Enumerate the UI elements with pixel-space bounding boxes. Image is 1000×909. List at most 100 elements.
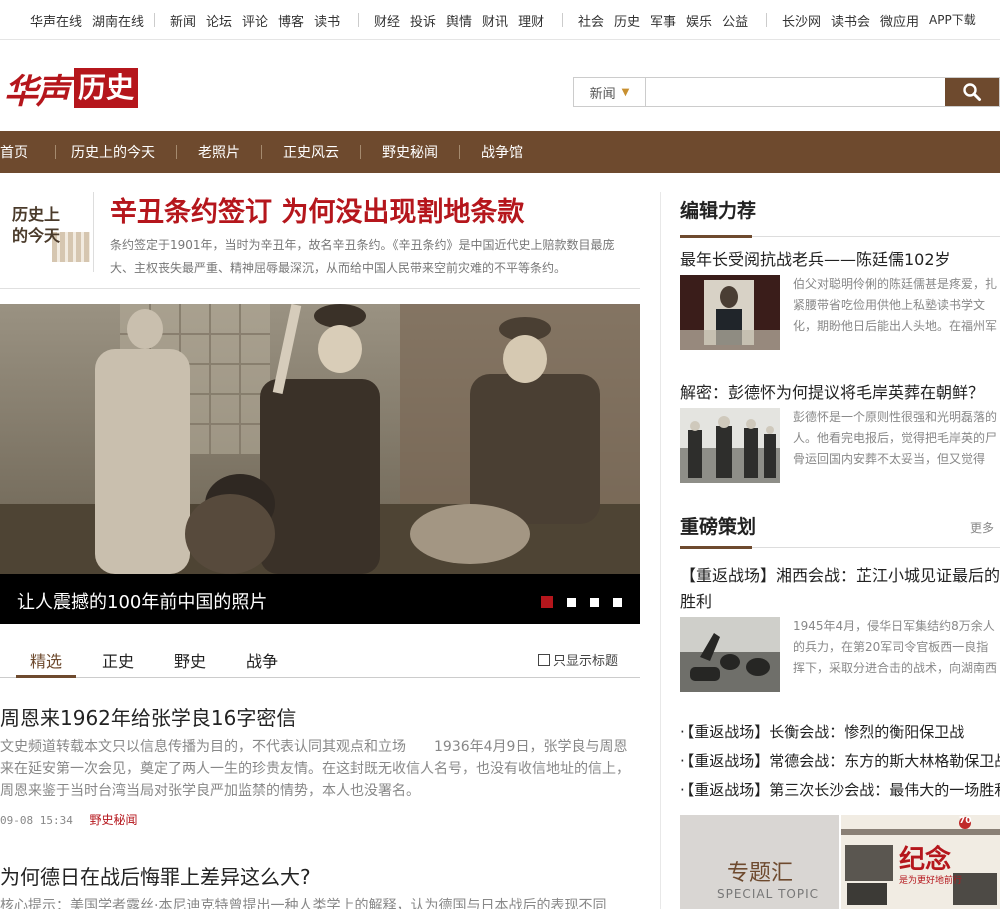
main-nav-item-unofficial[interactable]: 野史秘闻 (382, 142, 438, 162)
top-nav-link[interactable]: 湖南在线 (92, 11, 144, 30)
top-nav-link[interactable]: 微应用 (880, 11, 919, 30)
poster-title: 纪念 (899, 845, 952, 875)
today-badge-line2: 的今天 (12, 226, 61, 245)
top-nav-link[interactable]: 公益 (722, 11, 748, 30)
today-headline[interactable]: 辛丑条约签订 为何没出现割地条款 (110, 190, 524, 229)
historical-photo (680, 408, 780, 483)
top-nav-link[interactable]: 财讯 (482, 11, 508, 30)
tab-war[interactable]: 战争 (246, 648, 278, 672)
top-nav-link[interactable]: 理财 (518, 11, 544, 30)
divider (766, 13, 767, 27)
tab-featured[interactable]: 精选 (30, 648, 62, 672)
feature-thumbnail[interactable] (680, 617, 780, 692)
today-summary: 条约签定于1901年，当时为辛丑年，故名辛丑条约。《辛丑条约》是中国近代史上赔款… (110, 238, 615, 275)
slide-dot[interactable] (567, 597, 576, 607)
feature-lead-title-line: 胜利 (680, 592, 713, 611)
slide-dot[interactable] (613, 597, 622, 607)
tab-official[interactable]: 正史 (102, 648, 134, 672)
search-scope-select[interactable]: 新闻 ▼ (574, 78, 646, 106)
hero-photo (0, 304, 640, 574)
hero-caption[interactable]: 让人震撼的100年前中国的照片 (17, 588, 267, 614)
feature-link-text: 【重返战场】长衡会战：惨烈的衡阳保卫战 (686, 723, 965, 741)
divider (176, 145, 177, 159)
top-nav-group-sites: 华声在线 湖南在线 (30, 11, 154, 30)
divider (562, 13, 563, 27)
hero-caption-bar: 让人震撼的100年前中国的照片 (0, 574, 640, 624)
divider (93, 192, 94, 272)
main-nav-item-old-photos[interactable]: 老照片 (198, 142, 240, 162)
top-nav-link[interactable]: 读书 (314, 11, 340, 30)
feature-link[interactable]: · 【重返战场】长衡会战：惨烈的衡阳保卫战 (680, 721, 964, 742)
editor-pick-title[interactable]: 最年长受阅抗战老兵——陈廷儒102岁 (680, 246, 951, 270)
top-nav-link[interactable]: 读书会 (831, 11, 870, 30)
main-nav-item-today[interactable]: 历史上的今天 (71, 142, 155, 162)
main-nav-item-home[interactable]: 首页 (0, 142, 28, 162)
top-nav-link[interactable]: 博客 (278, 11, 304, 30)
today-in-history-badge[interactable]: 历史上 的今天 (4, 192, 92, 270)
main-nav-item-war[interactable]: 战争馆 (481, 142, 523, 162)
top-nav-link[interactable]: 娱乐 (686, 11, 712, 30)
top-nav-group-news: 新闻 论坛 评论 博客 读书 (170, 11, 350, 30)
top-nav-group-apps: 长沙网 读书会 微应用 APP下载 (782, 11, 986, 30)
top-nav-link[interactable]: 舆情 (446, 11, 472, 30)
active-tab-indicator (16, 675, 76, 678)
poster-subtitle: 是为更好地前行 (899, 876, 963, 886)
top-nav-link[interactable]: 新闻 (170, 11, 196, 30)
main-nav-item-official[interactable]: 正史风云 (283, 142, 339, 162)
divider (55, 145, 56, 159)
article-summary: 文史频道转载本文只以信息传播为目的，不代表认同其观点和立场 1936年4月9日，… (0, 739, 630, 799)
top-nav-group-society: 社会 历史 军事 娱乐 公益 (578, 11, 758, 30)
bullet: · (680, 723, 685, 741)
bullet: · (680, 781, 685, 799)
poster-badge: 70 (959, 816, 972, 826)
titles-only-toggle[interactable]: 只显示标题 (538, 650, 618, 669)
app-download-link[interactable]: APP下载 (929, 11, 976, 30)
top-nav-link[interactable]: 社会 (578, 11, 604, 30)
feature-link[interactable]: · 【重返战场】常德会战：东方的斯大林格勒保卫战 (680, 750, 1000, 771)
slide-indicators (541, 596, 622, 608)
article-category[interactable]: 野史秘闻 (89, 813, 137, 827)
checkbox[interactable] (538, 653, 550, 666)
today-badge-line1: 历史上 (12, 205, 61, 224)
divider (261, 145, 262, 159)
main-nav: 首页 历史上的今天 老照片 正史风云 野史秘闻 战争馆 (0, 131, 1000, 173)
bullet: · (680, 752, 685, 770)
article-title[interactable]: 为何德日在战后悔罪上差异这么大? (0, 861, 311, 890)
more-link[interactable]: 更多 (970, 519, 994, 536)
editor-pick-title[interactable]: 解密：彭德怀为何提议将毛岸英葬在朝鲜？ (680, 379, 984, 403)
editor-pick-thumbnail[interactable] (680, 408, 780, 483)
feature-link[interactable]: · 【重返战场】第三次长沙会战：最伟大的一场胜利 (680, 779, 1000, 800)
divider (154, 13, 155, 27)
top-nav-link[interactable]: 评论 (242, 11, 268, 30)
slide-dot[interactable] (590, 597, 599, 607)
tab-unofficial[interactable]: 野史 (174, 648, 206, 672)
article-meta: 09-08 15:34 野史秘闻 (0, 811, 138, 828)
divider (360, 145, 361, 159)
hero-slideshow[interactable]: 让人震撼的100年前中国的照片 (0, 304, 640, 624)
top-nav-link[interactable]: 论坛 (206, 11, 232, 30)
search-icon (963, 83, 981, 101)
article-title[interactable]: 周恩来1962年给张学良16字密信 (0, 702, 296, 731)
top-nav-link[interactable]: 军事 (650, 11, 676, 30)
slide-dot[interactable] (541, 596, 553, 608)
today-badge-text: 历史上 的今天 (12, 204, 60, 246)
logo-brand: 华声 (4, 71, 70, 112)
top-nav-link[interactable]: 投诉 (410, 11, 436, 30)
commemoration-poster[interactable]: 纪念 是为更好地前行 70 (841, 815, 1000, 909)
top-nav-link[interactable]: 财经 (374, 11, 400, 30)
divider (660, 192, 661, 909)
special-topic-banner[interactable]: 专题汇 SPECIAL TOPIC (680, 815, 839, 909)
top-nav-link[interactable]: 华声在线 (30, 11, 82, 30)
search-input[interactable] (646, 78, 945, 106)
top-nav-link[interactable]: 历史 (614, 11, 640, 30)
editor-pick-thumbnail[interactable] (680, 275, 780, 350)
battle-photo (680, 617, 780, 692)
top-nav-link[interactable]: 长沙网 (782, 11, 821, 30)
site-logo[interactable]: 华声 历史 (4, 64, 139, 112)
feature-title: 重磅策划 (680, 516, 757, 538)
section-underline (680, 235, 752, 238)
divider (459, 145, 460, 159)
search-button[interactable] (945, 78, 999, 106)
editor-pick-summary: 彭德怀是一个原则性很强和光明磊落的人。他看完电报后，觉得把毛岸英的尸骨运回国内安… (793, 410, 998, 466)
feature-lead-title[interactable]: 【重返战场】湘西会战：芷江小城见证最后的 胜利 (680, 563, 1000, 615)
